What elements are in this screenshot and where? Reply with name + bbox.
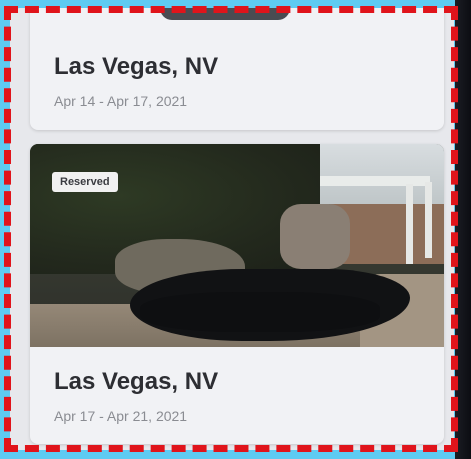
device-bezel: [455, 0, 471, 459]
listing-photo: Reserved: [30, 144, 444, 347]
photo-pool-front: [140, 292, 380, 332]
device-frame: Las Vegas, NV Apr 14 - Apr 17, 2021 Rese…: [0, 0, 471, 459]
listing-dates: Apr 14 - Apr 17, 2021: [54, 93, 188, 109]
photo-pergola-post: [425, 182, 432, 258]
app-screen: Las Vegas, NV Apr 14 - Apr 17, 2021 Rese…: [10, 8, 454, 450]
listing-card[interactable]: Reserved Las Vegas, NV Apr 17 - Apr 21, …: [30, 144, 444, 444]
photo-waterfall-rocks: [280, 204, 350, 269]
previous-card-image-edge: [160, 8, 290, 20]
listing-dates: Apr 17 - Apr 21, 2021: [54, 408, 188, 424]
reserved-badge: Reserved: [52, 172, 118, 192]
listing-title: Las Vegas, NV: [54, 53, 219, 80]
listing-title: Las Vegas, NV: [54, 368, 219, 395]
listing-card[interactable]: Las Vegas, NV Apr 14 - Apr 17, 2021: [30, 8, 444, 130]
photo-pergola: [320, 176, 430, 186]
photo-pergola-post: [406, 184, 413, 264]
